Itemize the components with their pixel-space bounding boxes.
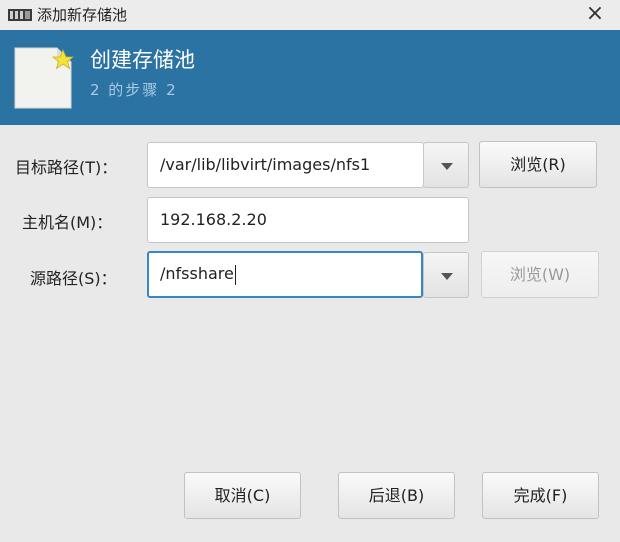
target-path-browse-button[interactable]: 浏览(R) [479,141,597,188]
window-title: 添加新存储池 [37,6,128,24]
target-path-input[interactable]: /var/lib/libvirt/images/nfs1 [147,142,424,188]
text-cursor [234,264,236,285]
cancel-button[interactable]: 取消(C) [184,472,301,519]
close-button[interactable]: × [580,0,610,28]
source-path-dropdown-button[interactable] [423,252,469,298]
hostname-label: 主机名(M)： [22,213,113,232]
dropdown-arrow-icon [441,273,453,280]
new-document-icon [14,47,75,109]
source-path-browse-button[interactable]: 浏览(W) [481,251,599,298]
vm-manager-icon [8,9,32,21]
back-button[interactable]: 后退(B) [338,472,455,519]
target-path-label: 目标路径(T)： [15,158,118,177]
source-path-label: 源路径(S)： [30,269,117,288]
dropdown-arrow-icon [441,163,453,170]
title-bar: 添加新存储池 × [0,0,620,31]
wizard-header: 创建存储池 2 的步骤 2 [0,30,620,125]
hostname-input[interactable]: 192.168.2.20 [147,197,469,243]
source-path-value: /nfsshare [160,264,234,283]
wizard-step-indicator: 2 的步骤 2 [90,81,178,99]
target-path-dropdown-button[interactable] [423,142,469,188]
source-path-input[interactable]: /nfsshare [147,251,423,298]
finish-button[interactable]: 完成(F) [482,472,599,519]
wizard-title: 创建存储池 [90,48,195,72]
